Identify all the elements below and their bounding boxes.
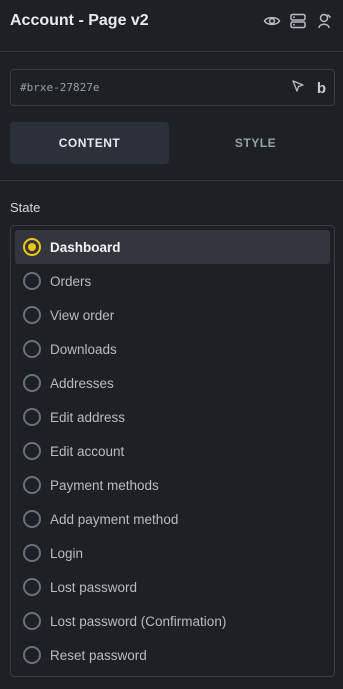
state-option-edit-account[interactable]: Edit account — [15, 434, 330, 468]
state-option-label: Payment methods — [50, 477, 159, 493]
element-id-field[interactable]: #brxe-27827e b — [10, 69, 335, 106]
radio-icon — [23, 272, 41, 290]
radio-icon — [23, 510, 41, 528]
state-option-downloads[interactable]: Downloads — [15, 332, 330, 366]
state-option-label: Dashboard — [50, 239, 121, 255]
panel-tabs: CONTENT STYLE — [10, 122, 335, 164]
eye-icon[interactable] — [263, 12, 281, 30]
radio-icon — [23, 408, 41, 426]
state-option-label: Lost password (Confirmation) — [50, 613, 227, 629]
state-option-add-payment-method[interactable]: Add payment method — [15, 502, 330, 536]
state-option-reset-password[interactable]: Reset password — [15, 638, 330, 672]
state-option-label: Lost password — [50, 579, 138, 595]
state-option-label: Downloads — [50, 341, 117, 357]
layers-icon[interactable] — [289, 12, 307, 30]
panel-title: Account - Page v2 — [10, 12, 149, 29]
state-label: State — [10, 200, 41, 215]
radio-icon — [23, 476, 41, 494]
tab-content[interactable]: CONTENT — [10, 122, 169, 164]
state-option-label: Reset password — [50, 647, 147, 663]
radio-icon — [23, 578, 41, 596]
state-option-lost-password[interactable]: Lost password — [15, 570, 330, 604]
bold-b-icon[interactable]: b — [317, 80, 326, 98]
radio-icon — [23, 340, 41, 358]
state-option-label: Add payment method — [50, 511, 179, 527]
element-id-actions: b — [291, 79, 326, 98]
tab-style[interactable]: STYLE — [176, 122, 335, 164]
radio-selected-icon — [23, 238, 41, 256]
state-option-login[interactable]: Login — [15, 536, 330, 570]
radio-icon — [23, 306, 41, 324]
state-option-label: Edit account — [50, 443, 125, 459]
user-icon[interactable] — [315, 12, 333, 30]
state-option-view-order[interactable]: View order — [15, 298, 330, 332]
element-id-value: #brxe-27827e — [20, 81, 100, 94]
state-radio-list: Dashboard Orders View order Downloads Ad… — [10, 225, 335, 677]
state-option-label: Login — [50, 545, 84, 561]
radio-icon — [23, 442, 41, 460]
state-option-addresses[interactable]: Addresses — [15, 366, 330, 400]
radio-icon — [23, 646, 41, 664]
radio-icon — [23, 374, 41, 392]
state-option-label: Edit address — [50, 409, 126, 425]
panel-header: Account - Page v2 — [0, 0, 343, 52]
radio-icon — [23, 544, 41, 562]
state-option-orders[interactable]: Orders — [15, 264, 330, 298]
cursor-icon[interactable] — [291, 79, 305, 98]
state-option-label: Orders — [50, 273, 92, 289]
state-option-payment-methods[interactable]: Payment methods — [15, 468, 330, 502]
radio-icon — [23, 612, 41, 630]
header-actions — [263, 12, 333, 30]
state-option-dashboard[interactable]: Dashboard — [15, 230, 330, 264]
state-option-lost-password-confirmation[interactable]: Lost password (Confirmation) — [15, 604, 330, 638]
state-option-edit-address[interactable]: Edit address — [15, 400, 330, 434]
state-option-label: View order — [50, 307, 115, 323]
state-option-label: Addresses — [50, 375, 114, 391]
section-divider — [0, 180, 343, 181]
